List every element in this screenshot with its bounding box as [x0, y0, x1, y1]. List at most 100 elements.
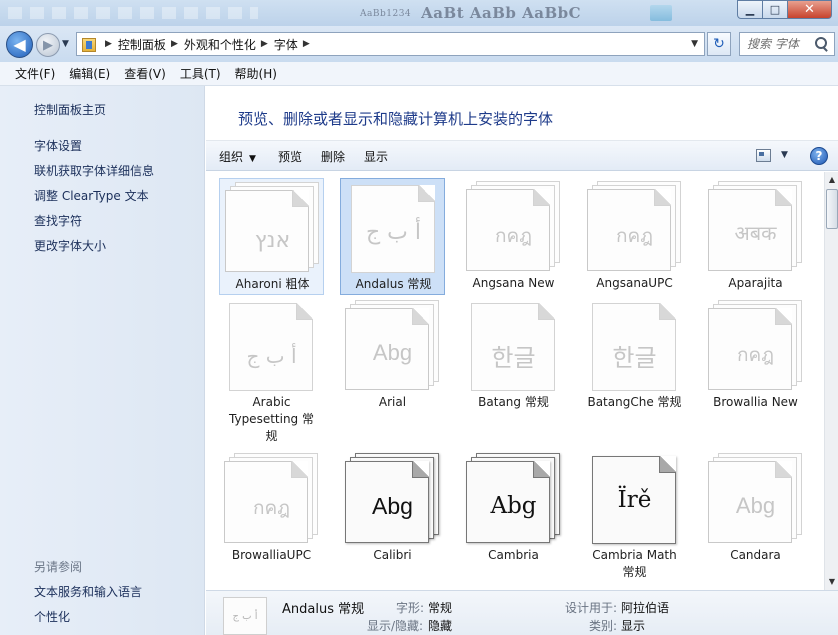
font-tile-browalliaupc[interactable]: กคฎ BrowalliaUPC	[219, 450, 324, 567]
font-tile-aharoni[interactable]: אנץ Aharoni 粗体	[219, 178, 324, 295]
font-sample: 한글	[491, 344, 536, 372]
font-tile-batang[interactable]: 한글 Batang 常规	[461, 297, 566, 414]
minimize-button[interactable]: ▁	[737, 0, 763, 19]
font-tile-browallia-new[interactable]: กคฎ Browallia New	[703, 297, 808, 414]
font-name: Batang 常规	[478, 395, 549, 409]
title-bar-glass	[8, 7, 258, 19]
font-name: Andalus 常规	[355, 277, 432, 291]
close-button[interactable]: ✕	[788, 0, 832, 19]
organize-button[interactable]: 组织 ▼	[219, 148, 256, 165]
font-tile-angsana-new[interactable]: กคฎ Angsana New	[461, 178, 566, 295]
font-family-icon: กคฎ	[224, 453, 319, 543]
title-bar-ghost-preview: AaBb1234 AaBt AaBb AaBbC	[360, 4, 581, 22]
font-tile-andalus[interactable]: أ ب ج Andalus 常规	[340, 178, 445, 295]
font-name: BatangChe 常规	[587, 395, 682, 409]
font-sample: أ ب ج	[246, 344, 297, 368]
font-tile-calibri[interactable]: Abg Calibri	[340, 450, 445, 567]
sidebar-font-settings[interactable]: 字体设置	[34, 137, 82, 154]
breadcrumb-separator[interactable]: ▶	[261, 39, 268, 49]
delete-button[interactable]: 删除	[321, 148, 345, 165]
font-file-icon: أ ب ج	[224, 300, 319, 391]
recent-pages-chevron-down-icon[interactable]: ▼	[62, 39, 69, 49]
visibility-value: 隐藏	[428, 619, 453, 633]
sidebar-control-panel-home[interactable]: 控制面板主页	[34, 101, 106, 118]
vertical-scrollbar[interactable]: ▲ ▼	[824, 172, 838, 590]
see-also-heading: 另请参阅	[34, 560, 83, 574]
address-history-chevron-down-icon[interactable]: ▼	[691, 39, 698, 49]
font-sample: 한글	[612, 344, 657, 372]
font-file-icon: 한글	[466, 300, 561, 391]
menu-file[interactable]: 文件(F)	[8, 65, 62, 82]
sidebar-adjust-cleartype[interactable]: 调整 ClearType 文本	[34, 187, 149, 204]
search-input[interactable]	[747, 37, 813, 51]
font-family-icon: กคฎ	[708, 300, 803, 390]
sidebar-text-services[interactable]: 文本服务和输入语言	[34, 583, 142, 600]
back-button[interactable]: ◀	[6, 31, 33, 58]
font-family-icon: אנץ	[225, 182, 320, 272]
preview-button[interactable]: 预览	[278, 148, 302, 165]
font-sample: Ïrě	[617, 487, 652, 513]
font-tile-arabic-typesetting[interactable]: أ ب ج Arabic Typesetting 常规	[219, 297, 324, 443]
sidebar-find-character[interactable]: 查找字符	[34, 212, 82, 229]
font-tile-aparajita[interactable]: अबक Aparajita	[703, 178, 808, 295]
refresh-button[interactable]: ↻	[707, 32, 731, 56]
font-tile-batangche[interactable]: 한글 BatangChe 常规	[582, 297, 687, 414]
breadcrumb-control-panel[interactable]: 控制面板	[118, 36, 166, 53]
window-controls: ▁ □ ✕	[737, 0, 832, 19]
font-tile-angsanaupc[interactable]: กคฎ AngsanaUPC	[582, 178, 687, 295]
scroll-down-arrow-icon[interactable]: ▼	[827, 577, 837, 587]
breadcrumb-separator[interactable]: ▶	[105, 39, 112, 49]
font-family-icon: กคฎ	[587, 181, 682, 271]
view-options-chevron-down-icon[interactable]: ▼	[781, 150, 788, 160]
search-icon[interactable]	[813, 36, 829, 52]
font-style-label: 字形:	[396, 601, 425, 615]
font-tile-cambria[interactable]: Abg Cambria	[461, 450, 566, 567]
sidebar-get-font-info-online[interactable]: 联机获取字体详细信息	[34, 162, 154, 179]
font-family-icon: กคฎ	[466, 181, 561, 271]
font-sample: אנץ	[254, 228, 291, 253]
scrollbar-thumb[interactable]	[826, 189, 838, 229]
font-name: Cambria	[488, 548, 539, 562]
page-title: 预览、删除或者显示和隐藏计算机上安装的字体	[238, 110, 554, 128]
breadcrumb-fonts[interactable]: 字体	[274, 36, 298, 53]
menu-edit[interactable]: 编辑(E)	[62, 65, 117, 82]
designed-for-label: 设计用于:	[565, 601, 618, 615]
ghost-preview-small: AaBb1234	[360, 9, 412, 19]
address-bar[interactable]: ▶ 控制面板 ▶ 外观和个性化 ▶ 字体 ▶ ▼	[76, 32, 705, 56]
search-box	[739, 32, 835, 56]
font-grid: אנץ Aharoni 粗体 أ ب ج Andalus 常规 กคฎ Angs…	[206, 172, 824, 590]
scroll-up-arrow-icon[interactable]: ▲	[827, 175, 837, 185]
font-family-icon: Abg	[345, 453, 440, 543]
content-header: 预览、删除或者显示和隐藏计算机上安装的字体	[206, 86, 838, 141]
help-button[interactable]: ?	[810, 147, 828, 165]
font-sample: กคฎ	[495, 225, 532, 247]
font-family-icon: Abg	[708, 453, 803, 543]
font-tile-cambria-math[interactable]: Ïrě Cambria Math 常规	[582, 450, 687, 579]
font-family-icon: Abg	[345, 300, 440, 390]
sidebar: 控制面板主页 字体设置 联机获取字体详细信息 调整 ClearType 文本 查…	[0, 86, 205, 635]
font-name: Aharoni 粗体	[235, 277, 310, 291]
menu-tools[interactable]: 工具(T)	[173, 65, 228, 82]
sidebar-change-font-size[interactable]: 更改字体大小	[34, 237, 106, 254]
font-tile-arial[interactable]: Abg Arial	[340, 297, 445, 414]
font-name: Calibri	[373, 548, 412, 562]
font-sample: กคฎ	[253, 497, 290, 519]
breadcrumb-appearance[interactable]: 外观和个性化	[184, 36, 256, 53]
command-bar: 组织 ▼ 预览 删除 显示 ▼ ?	[206, 141, 838, 171]
font-name: Arabic Typesetting 常规	[229, 395, 314, 443]
show-button[interactable]: 显示	[364, 148, 388, 165]
font-name: Angsana New	[472, 276, 555, 290]
font-tile-candara[interactable]: Abg Candara	[703, 450, 808, 567]
maximize-button[interactable]: □	[763, 0, 788, 19]
menu-help[interactable]: 帮助(H)	[228, 65, 284, 82]
font-sample: Abg	[735, 493, 776, 518]
menu-view[interactable]: 查看(V)	[117, 65, 173, 82]
category-label: 类别:	[589, 619, 618, 633]
details-pane: أ ب ج Andalus 常规 字形: 常规 显示/隐藏: 隐藏 设计用于: …	[206, 590, 838, 635]
change-view-icon[interactable]	[756, 149, 771, 162]
forward-button[interactable]: ▶	[36, 33, 60, 57]
sidebar-personalization[interactable]: 个性化	[34, 608, 70, 625]
font-sample: กคฎ	[616, 225, 653, 247]
breadcrumb-separator[interactable]: ▶	[171, 39, 178, 49]
breadcrumb-separator[interactable]: ▶	[303, 39, 310, 49]
